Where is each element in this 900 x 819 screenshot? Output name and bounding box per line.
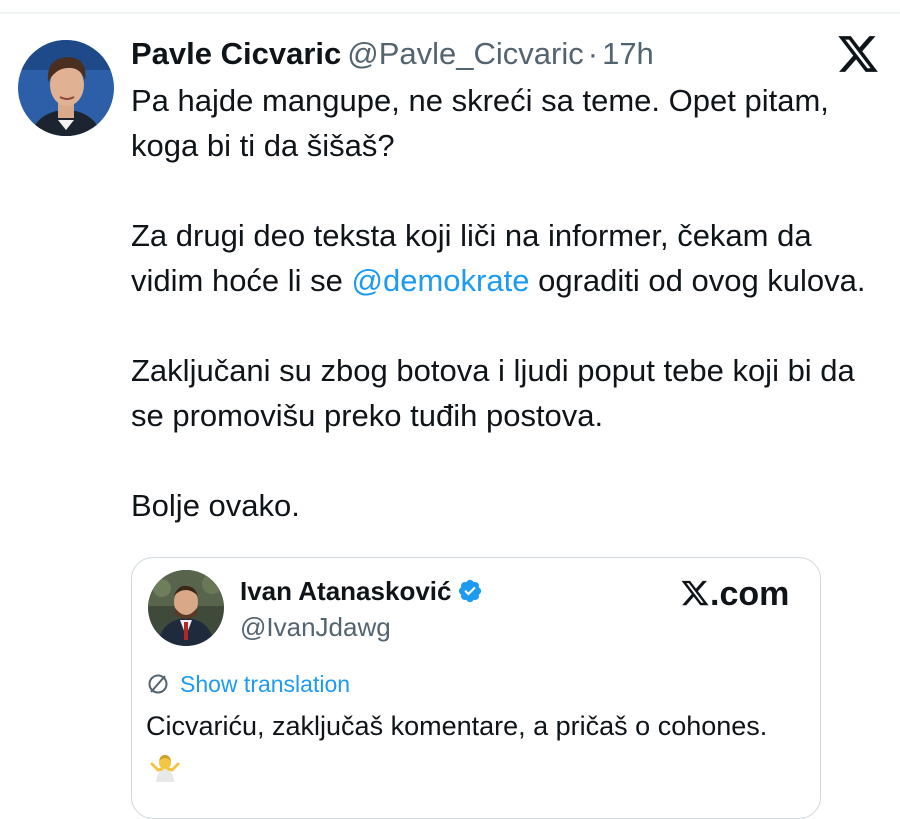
quoted-author-avatar[interactable] [148, 570, 224, 646]
quoted-author-name[interactable]: Ivan Atanasković [240, 576, 451, 606]
x-logo-icon[interactable] [836, 32, 880, 76]
person-shrugging-icon [150, 752, 180, 782]
top-divider [0, 12, 900, 14]
x-small-logo-icon [680, 575, 710, 606]
show-translation-label: Show translation [180, 671, 351, 697]
show-translation-link[interactable]: Show translation [146, 668, 350, 700]
author-name[interactable]: Pavle Cicvaric [131, 36, 341, 71]
tweet-paragraph-3: Zaključani su zbog botova i ljudi poput … [131, 353, 855, 433]
paragraph-2-end: ograditi od ovog kulova. [529, 263, 866, 298]
verified-badge-icon [457, 578, 483, 604]
tweet-paragraph-2: Za drugi deo teksta koji liči na informe… [131, 213, 876, 303]
tweet-paragraph-1: Pa hajde mangupe, ne skreći sa teme. Ope… [131, 83, 829, 163]
quoted-tweet-card[interactable]: Ivan Atanasković @IvanJdawg .com Show tr… [131, 557, 821, 819]
quoted-tweet-body: Cicvariću, zaključaš komentare, a pričaš… [146, 705, 786, 791]
header-separator: · [587, 36, 599, 71]
tweet-text: Pa hajde mangupe, ne skreći sa teme. Ope… [131, 78, 876, 528]
tweet-header: Pavle Cicvaric @Pavle_Cicvaric · 17h [131, 34, 654, 74]
quoted-author-handle[interactable]: @IvanJdawg [240, 610, 391, 644]
quoted-tweet-text: Cicvariću, zaključaš komentare, a pričaš… [146, 705, 786, 791]
translate-globe-icon [146, 672, 170, 696]
x-com-label: .com [710, 575, 790, 613]
quoted-tweet-body-text: Cicvariću, zaključaš komentare, a pričaš… [146, 711, 768, 741]
author-avatar[interactable] [18, 40, 114, 136]
tweet-timestamp[interactable]: 17h [602, 36, 654, 71]
tweet-paragraph-4: Bolje ovako. [131, 488, 300, 523]
x-com-link[interactable]: .com [680, 572, 789, 616]
author-handle[interactable]: @Pavle_Cicvaric [347, 36, 583, 71]
quoted-author-name-row[interactable]: Ivan Atanasković [240, 574, 483, 608]
mention-link[interactable]: @demokrate [352, 263, 530, 298]
